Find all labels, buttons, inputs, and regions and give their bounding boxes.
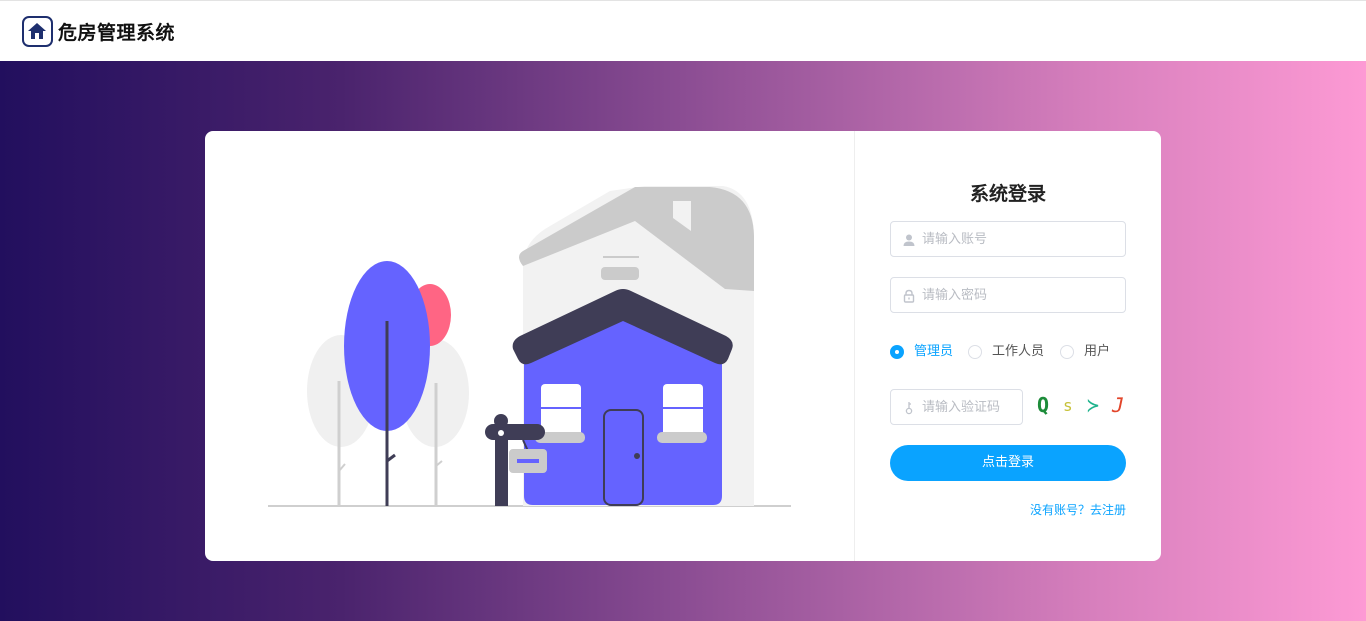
lock-icon — [903, 289, 915, 303]
role-label-staff: 工作人员 — [992, 344, 1045, 359]
password-field[interactable] — [890, 277, 1126, 313]
register-link[interactable]: 没有账号？去注册 — [1030, 501, 1126, 518]
login-panel: 系统登录 管理员 工作人员 — [855, 131, 1161, 561]
login-card: 系统登录 管理员 工作人员 — [205, 131, 1161, 561]
login-title: 系统登录 — [969, 183, 1046, 205]
user-icon — [903, 234, 915, 246]
captcha-image[interactable]: Q s ≻ J — [1037, 393, 1131, 423]
captcha-char: ≻ — [1087, 393, 1100, 417]
login-button[interactable]: 点击登录 — [890, 445, 1126, 481]
role-label-admin: 管理员 — [914, 344, 954, 359]
captcha-char: s — [1063, 396, 1073, 415]
account-field[interactable] — [890, 221, 1126, 257]
house-illustration — [205, 131, 854, 561]
app-title: 危房管理系统 — [58, 22, 176, 44]
captcha-char: Q — [1037, 393, 1050, 417]
captcha-input[interactable] — [922, 390, 1017, 424]
captcha-char: J — [1109, 393, 1127, 417]
key-icon — [905, 402, 913, 415]
role-label-user: 用户 — [1084, 344, 1111, 359]
house-icon — [22, 16, 53, 47]
radio-icon-checked[interactable] — [890, 345, 904, 359]
password-input[interactable] — [922, 278, 1112, 312]
radio-icon-unchecked[interactable] — [968, 345, 982, 359]
captcha-field[interactable] — [890, 389, 1023, 425]
account-input[interactable] — [922, 222, 1112, 256]
top-bar: 危房管理系统 — [0, 0, 1366, 61]
radio-icon-unchecked[interactable] — [1060, 345, 1074, 359]
